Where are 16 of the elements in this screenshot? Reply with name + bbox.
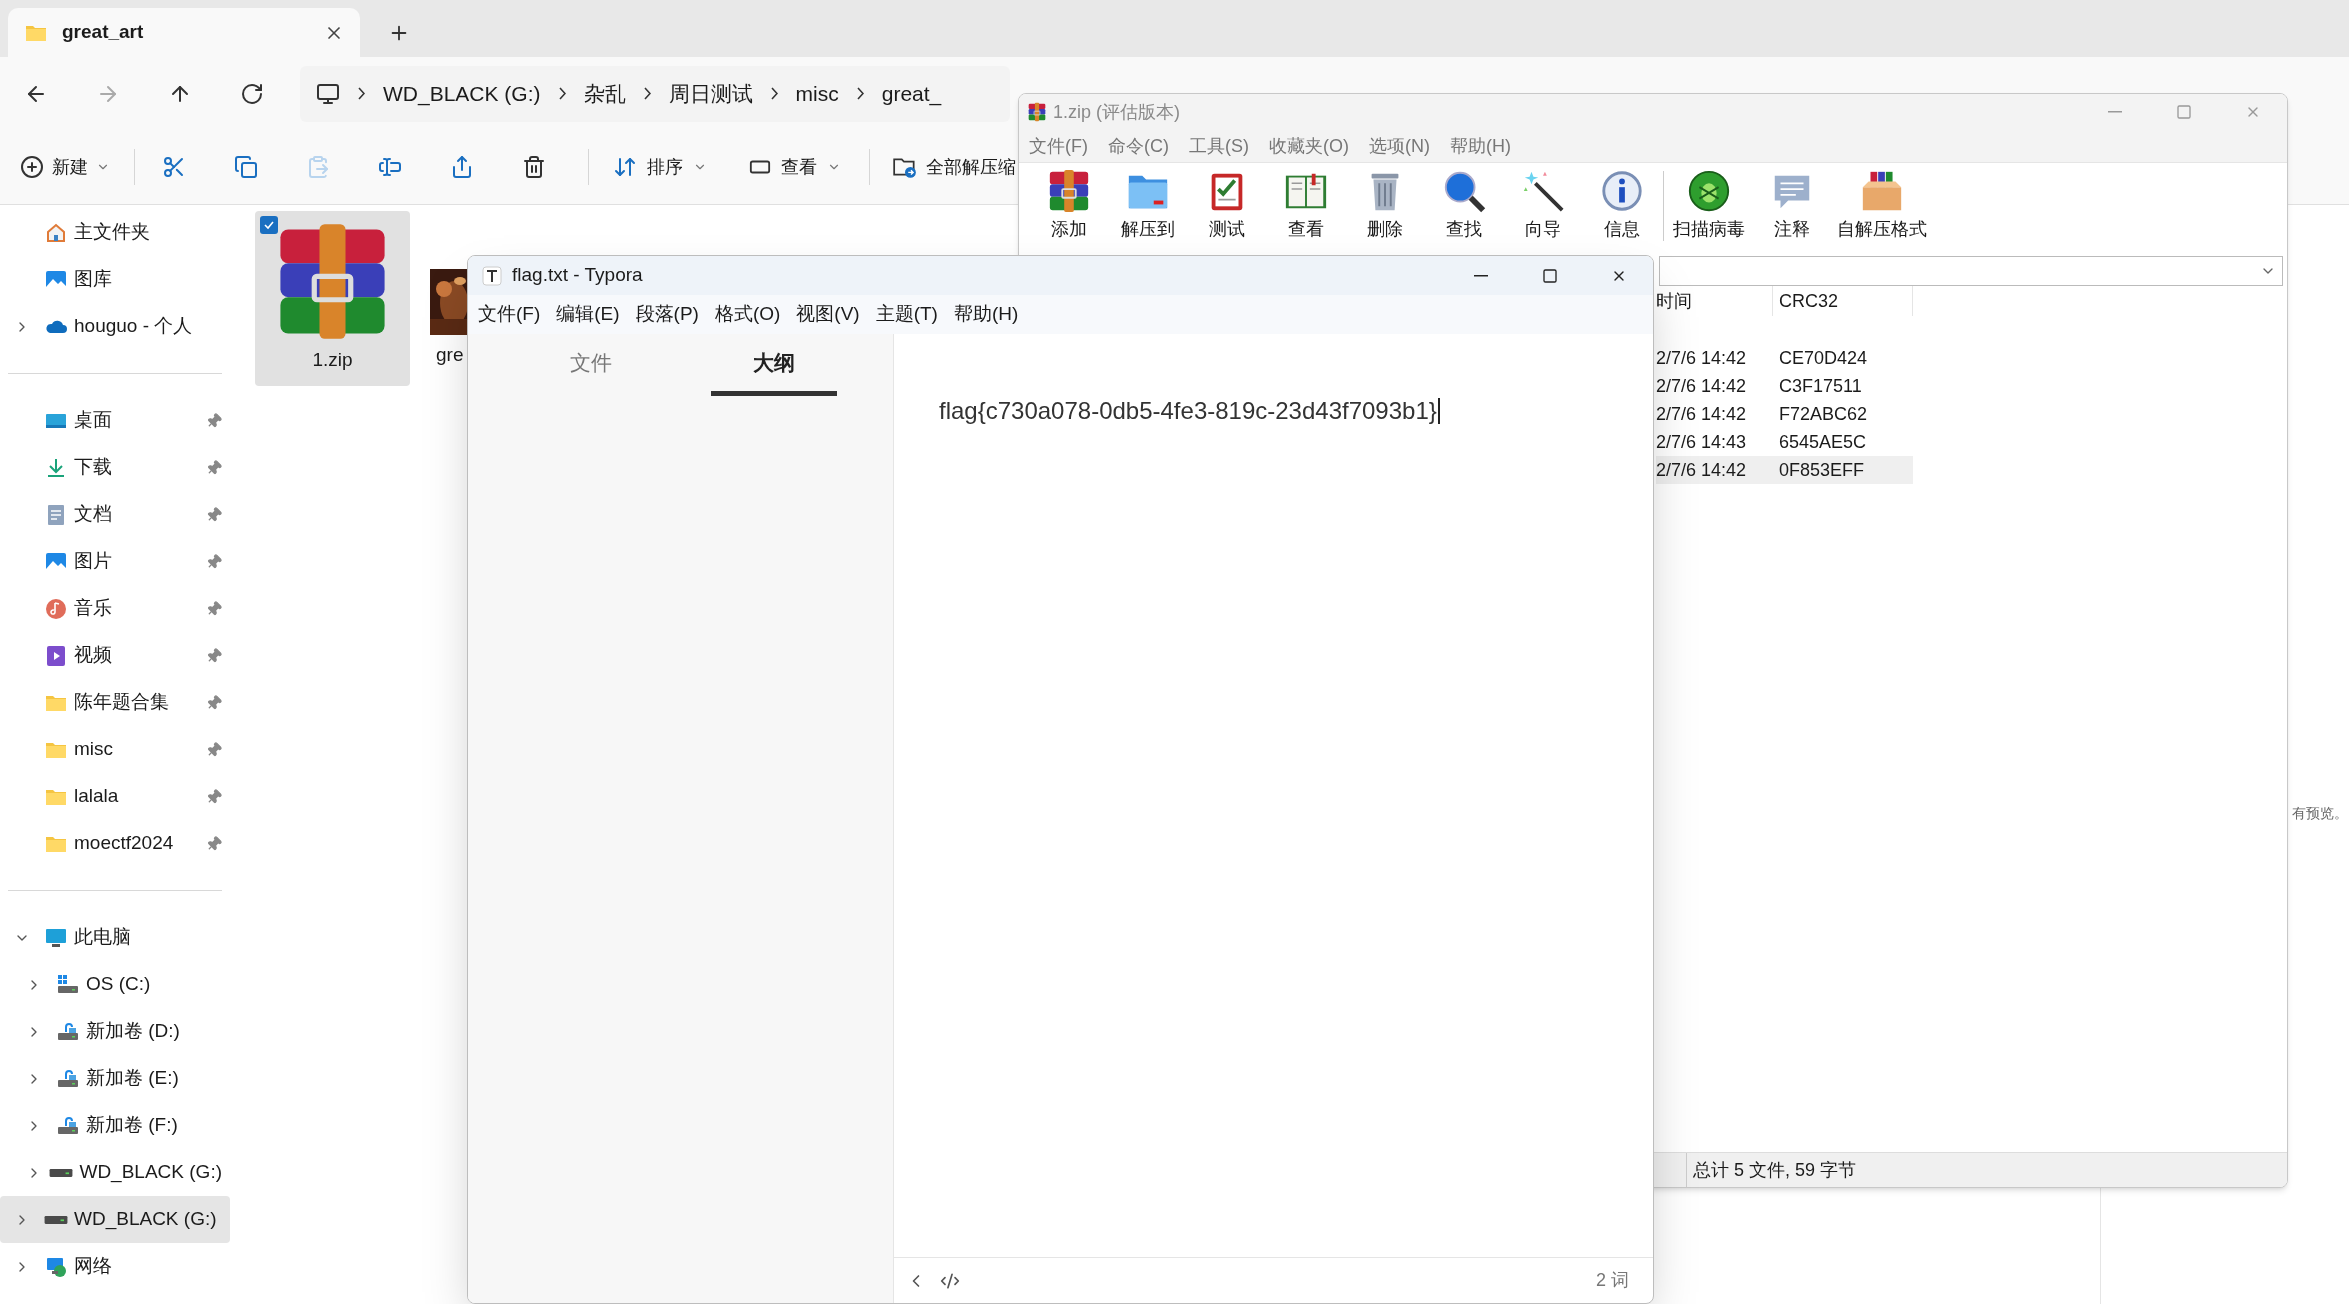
window-title: 1.zip (评估版本) — [1053, 100, 1180, 124]
table-cell-text: 6545AE5C — [1778, 430, 1867, 454]
table-cell-text: 2/7/6 14:42 — [1656, 458, 1748, 482]
table-cell-text: 2/7/6 14:43 — [1656, 430, 1748, 454]
file-name: gre — [435, 343, 465, 367]
preview-message: 有预览。 — [2292, 804, 2348, 823]
file-name: 1.zip — [312, 348, 353, 372]
status-text: 总计 5 文件, 59 字节 — [1686, 1153, 1857, 1187]
window-title: flag.txt - Typora — [512, 263, 643, 288]
table-cell-text: 2/7/6 14:42 — [1656, 374, 1748, 398]
table-cell-text: 2/7/6 14:42 — [1656, 346, 1748, 370]
table-cell-text: CE70D424 — [1778, 346, 1868, 370]
table-cell-text: 0F853EFF — [1778, 458, 1865, 482]
table-cell-text: F72ABC62 — [1778, 402, 1868, 426]
table-cell-text: 2/7/6 14:42 — [1656, 402, 1748, 426]
table-cell-text: C3F17511 — [1778, 374, 1862, 398]
